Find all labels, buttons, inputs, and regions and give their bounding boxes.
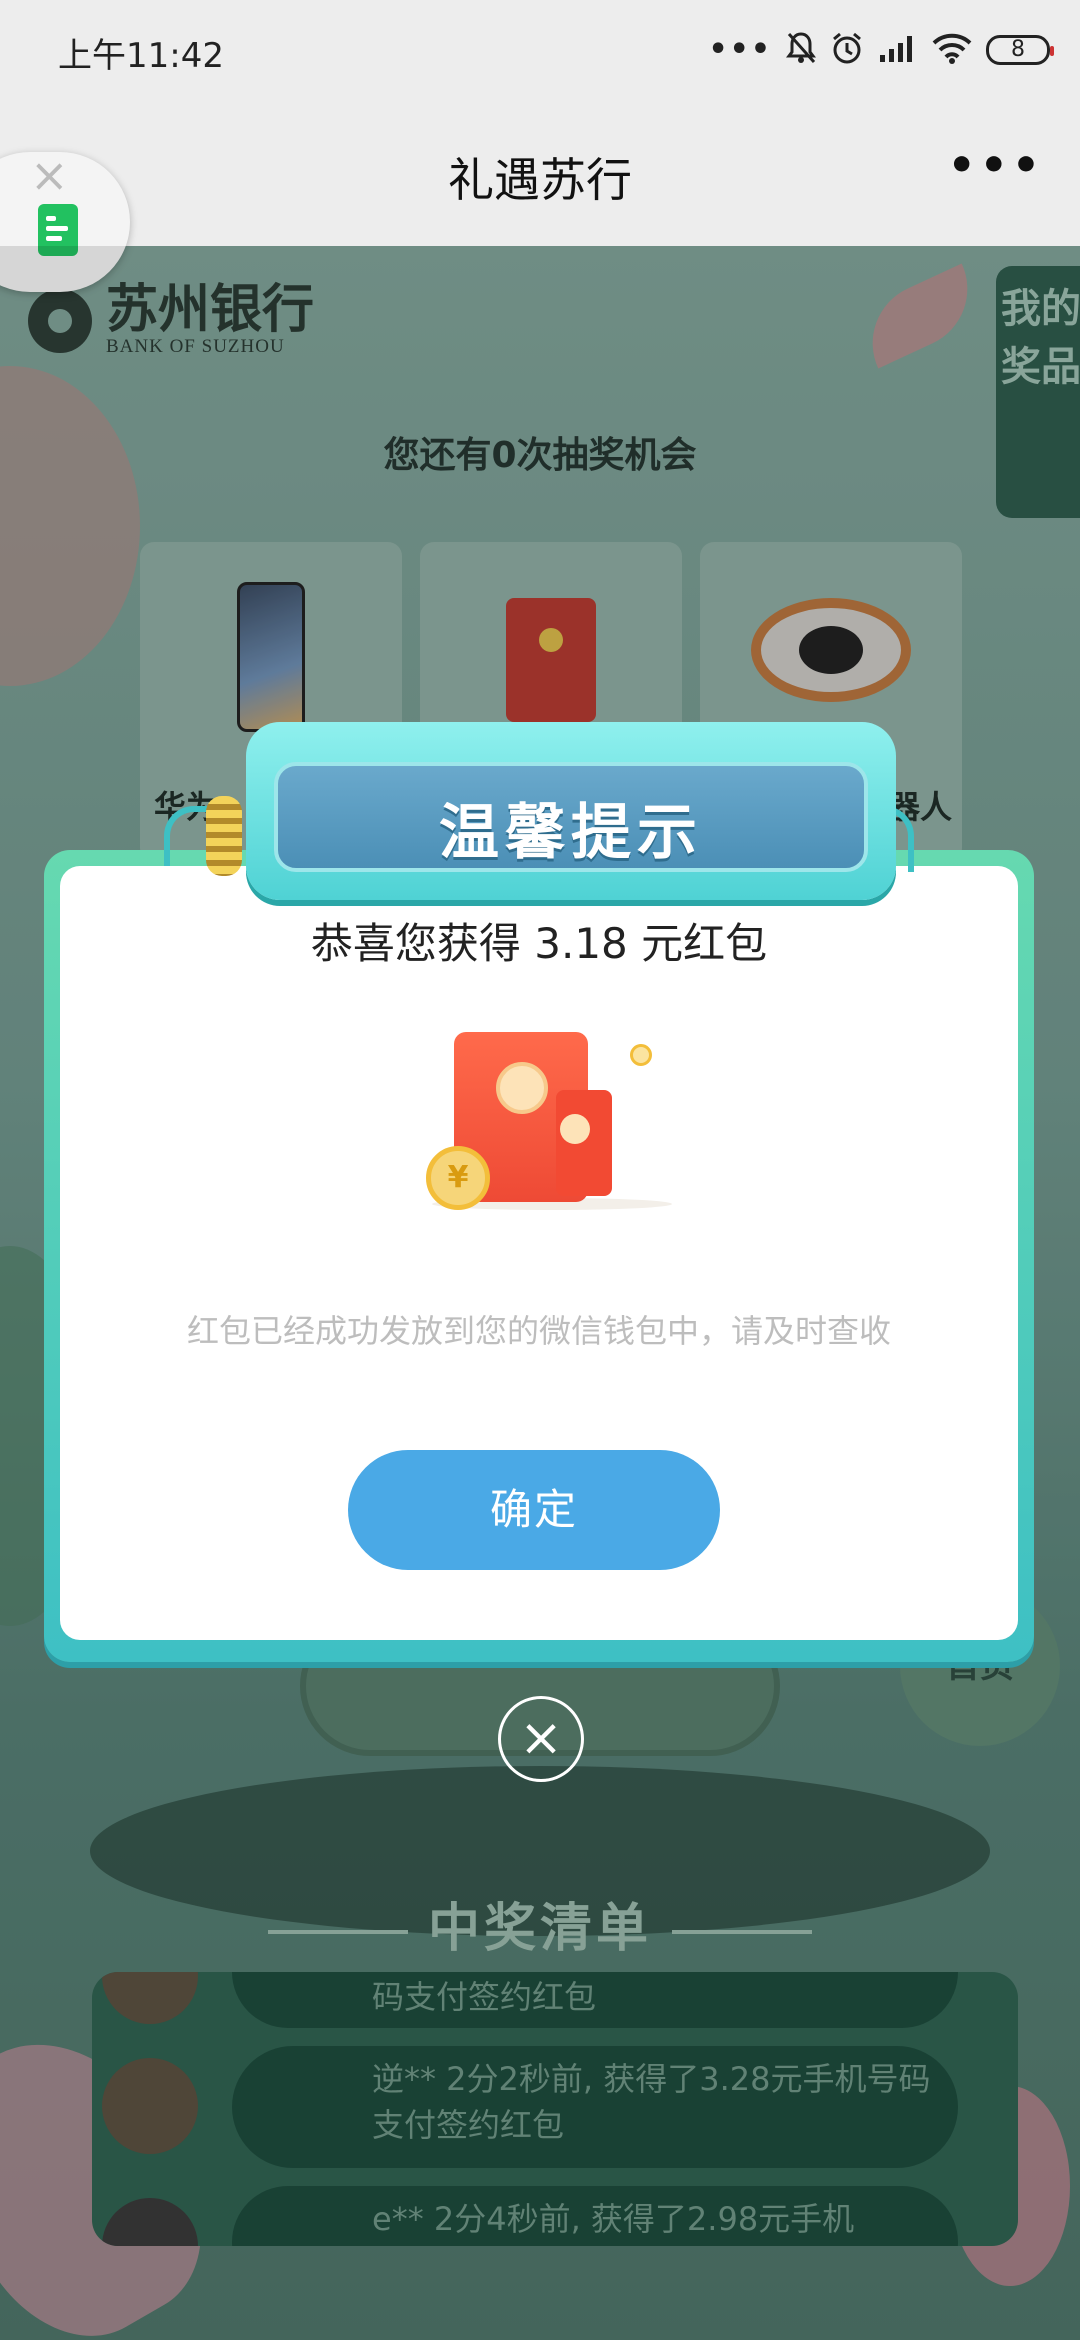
confirm-button[interactable]: 确定: [348, 1450, 720, 1570]
status-bar: 上午11:42 ••• 8: [0, 0, 1080, 100]
dialog-title: 温馨提示: [439, 798, 703, 868]
reward-note: 红包已经成功发放到您的微信钱包中，请及时查收: [186, 1312, 891, 1350]
dialog-body: 恭喜您获得 3.18 元红包 ¥ 红包已经成功发放到您的微信钱包中，请及时查收 …: [60, 866, 1018, 1640]
red-packet-icon: ¥: [426, 1022, 672, 1212]
page-title: 礼遇苏行: [448, 153, 632, 207]
red-packet-seal: [560, 1114, 590, 1144]
status-icons: ••• 8: [708, 26, 1054, 74]
alarm-icon: [830, 31, 864, 69]
wifi-icon: [932, 32, 972, 68]
coin-icon: ¥: [426, 1146, 490, 1210]
more-menu-button[interactable]: •••: [948, 140, 1044, 191]
spring-decoration: [206, 796, 242, 876]
red-packet-small: [556, 1090, 612, 1196]
close-dialog-button[interactable]: ×: [498, 1696, 584, 1782]
dialog-title-banner: 温馨提示: [246, 722, 896, 900]
signal-icon: [878, 33, 918, 67]
more-dots-icon: •••: [708, 32, 772, 67]
bell-muted-icon: [786, 31, 816, 69]
battery-icon: 8: [986, 35, 1054, 65]
small-coin-icon: [630, 1044, 652, 1066]
dialog-frame: 恭喜您获得 3.18 元红包 ¥ 红包已经成功发放到您的微信钱包中，请及时查收 …: [44, 806, 1034, 1662]
red-packet-seal: [496, 1062, 548, 1114]
status-time: 上午11:42: [58, 36, 224, 76]
reward-dialog: 恭喜您获得 3.18 元红包 ¥ 红包已经成功发放到您的微信钱包中，请及时查收 …: [44, 700, 1034, 1662]
title-banner-inner: 温馨提示: [274, 762, 868, 872]
title-bar: 礼遇苏行 •••: [0, 100, 1080, 246]
reward-message: 恭喜您获得 3.18 元红包: [310, 919, 768, 968]
close-icon[interactable]: ×: [30, 148, 69, 202]
